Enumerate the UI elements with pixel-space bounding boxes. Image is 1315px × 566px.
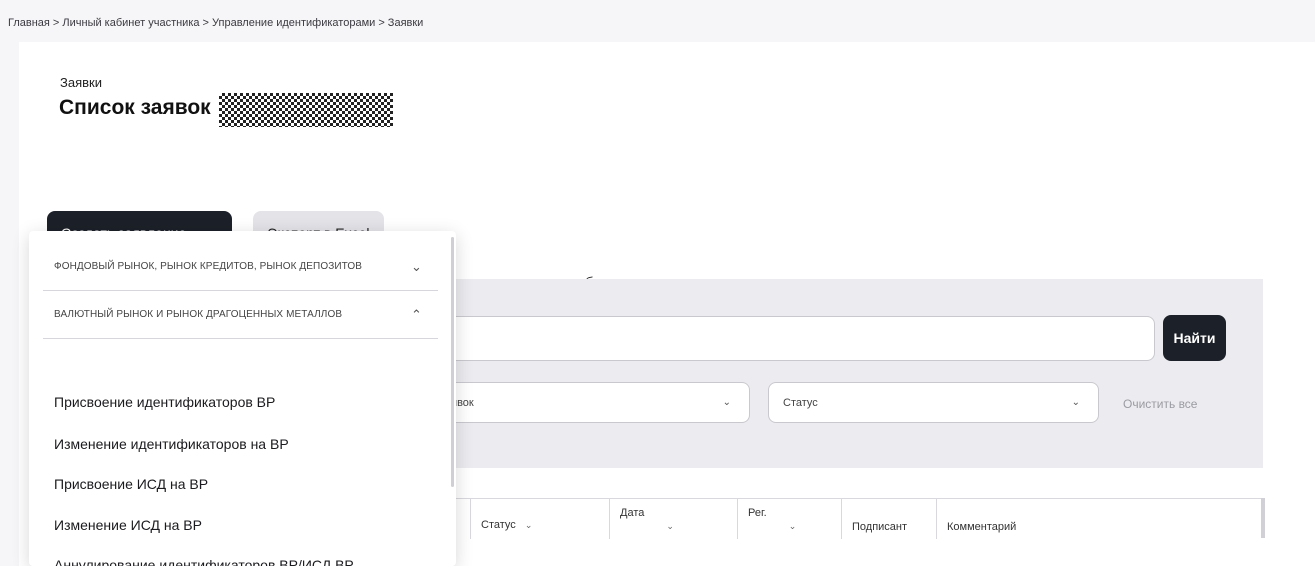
column-header-label: Статус xyxy=(481,519,516,531)
menu-group-currency-market[interactable]: ВАЛЮТНЫЙ РЫНОК И РЫНОК ДРАГОЦЕННЫХ МЕТАЛ… xyxy=(43,291,438,339)
table-scroll-edge xyxy=(1261,498,1265,538)
chevron-down-icon: ⌄ xyxy=(788,521,797,531)
column-header-label: Комментарий xyxy=(947,521,1017,533)
breadcrumb[interactable]: Главная > Личный кабинет участника > Упр… xyxy=(8,17,423,29)
column-header-label: Рег. xyxy=(748,507,767,519)
breadcrumb-text[interactable]: Главная > Личный кабинет участника > Упр… xyxy=(8,17,423,29)
table-header: Статус ⌄ Дата ⌄ Рег. ⌄ Подписант Коммент… xyxy=(410,498,1262,539)
chevron-up-icon: ⌃ xyxy=(411,306,422,322)
application-type-select[interactable]: аявок ⌄ xyxy=(410,382,750,423)
chevron-down-icon: ⌄ xyxy=(722,397,731,408)
column-header-reg[interactable]: Рег. ⌄ xyxy=(737,499,841,539)
menu-item-change-isd[interactable]: Изменение ИСД на ВР xyxy=(54,517,202,533)
page-eyebrow: Заявки xyxy=(60,75,102,90)
page-title: Список заявок xyxy=(59,96,211,119)
chevron-down-icon: ⌄ xyxy=(666,521,674,531)
status-placeholder: Статус xyxy=(783,396,818,409)
chevron-down-icon: ⌄ xyxy=(1071,397,1080,408)
menu-item-assign-identifiers[interactable]: Присвоение идентификаторов ВР xyxy=(54,394,275,410)
menu-item-cancel-identifiers[interactable]: Аннулирование идентификаторов ВР/ИСД ВР xyxy=(54,557,354,566)
column-header-comment[interactable]: Комментарий xyxy=(936,499,1266,539)
menu-scrollbar[interactable] xyxy=(451,237,454,487)
chevron-down-icon: ⌄ xyxy=(524,520,533,530)
column-header-label: Дата xyxy=(620,507,645,519)
find-button[interactable]: Найти xyxy=(1163,315,1226,361)
menu-group-stock-market[interactable]: ФОНДОВЫЙ РЫНОК, РЫНОК КРЕДИТОВ, РЫНОК ДЕ… xyxy=(43,243,438,291)
column-header-label: Подписант xyxy=(852,521,908,533)
menu-group-label: ВАЛЮТНЫЙ РЫНОК И РЫНОК ДРАГОЦЕННЫХ МЕТАЛ… xyxy=(54,309,343,320)
chevron-down-icon: ⌄ xyxy=(411,258,422,274)
status-select[interactable]: Статус ⌄ xyxy=(768,382,1099,423)
menu-group-label: ФОНДОВЫЙ РЫНОК, РЫНОК КРЕДИТОВ, РЫНОК ДЕ… xyxy=(54,261,363,272)
column-header-signer[interactable]: Подписант xyxy=(841,499,936,539)
column-header-status[interactable]: Статус ⌄ xyxy=(470,499,620,539)
menu-item-change-identifiers[interactable]: Изменение идентификаторов на ВР xyxy=(54,436,289,452)
search-input[interactable] xyxy=(410,316,1155,361)
column-header-date[interactable]: Дата ⌄ xyxy=(609,499,743,539)
clear-all-button[interactable]: Очистить все xyxy=(1123,397,1197,411)
filter-panel xyxy=(410,279,1263,468)
masked-region xyxy=(219,93,393,127)
menu-item-assign-isd[interactable]: Присвоение ИСД на ВР xyxy=(54,476,208,492)
create-application-menu: ФОНДОВЫЙ РЫНОК, РЫНОК КРЕДИТОВ, РЫНОК ДЕ… xyxy=(29,231,456,566)
